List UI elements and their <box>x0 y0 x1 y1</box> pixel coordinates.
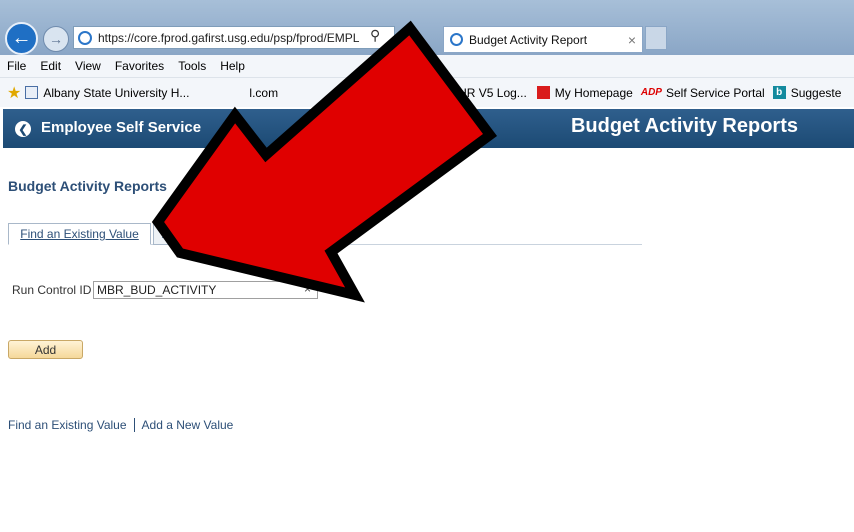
favorites-bar: ★ Albany State University H... l.com e H… <box>0 78 854 107</box>
favorite-item[interactable]: My Homepage <box>536 85 633 100</box>
favorite-label: Suggeste <box>790 85 842 100</box>
favorite-item[interactable]: e HR V5 Log... <box>448 86 527 100</box>
tab-close-icon[interactable]: × <box>628 32 636 48</box>
app-header: ❮ Employee Self Service Budget Activity … <box>3 109 854 148</box>
favorite-label: Self Service Portal <box>665 85 765 100</box>
menu-tools[interactable]: Tools <box>171 59 213 73</box>
tab-add-new[interactable]: A <box>153 223 303 245</box>
address-url: https://core.fprod.gafirst.usg.edu/psp/f… <box>98 30 360 45</box>
find-existing-link[interactable]: Find an Existing Value <box>8 418 127 432</box>
menu-favorites[interactable]: Favorites <box>108 59 171 73</box>
ie-icon <box>78 30 92 45</box>
menu-bar: File Edit View Favorites Tools Help <box>0 55 854 78</box>
menu-file[interactable]: File <box>0 59 33 73</box>
favorites-star-icon[interactable]: ★ <box>7 83 21 103</box>
bing-icon: b <box>772 86 786 99</box>
clear-icon[interactable]: × <box>304 282 311 296</box>
back-to-home-link[interactable]: Employee Self Service <box>41 119 201 136</box>
page-title: Budget Activity Reports <box>8 178 167 194</box>
add-new-link[interactable]: Add a New Value <box>142 418 234 432</box>
run-control-input[interactable] <box>93 281 318 299</box>
page-icon <box>25 86 39 99</box>
search-icon[interactable]: ⚲ <box>370 27 380 44</box>
favorite-item[interactable]: ADP Self Service Portal <box>641 86 765 100</box>
favorite-item[interactable]: b Suggeste <box>772 85 842 100</box>
red-app-icon <box>536 86 550 99</box>
menu-edit[interactable]: Edit <box>33 59 68 73</box>
menu-help[interactable]: Help <box>213 59 252 73</box>
add-button[interactable]: Add <box>8 340 83 359</box>
link-separator <box>133 418 135 432</box>
chevron-left-icon[interactable]: ❮ <box>15 121 31 137</box>
tab-find-existing[interactable]: Find an Existing Value <box>8 223 151 245</box>
favorite-item[interactable]: l.com <box>249 86 278 100</box>
footer-links: Find an Existing Value Add a New Value <box>8 418 233 432</box>
favorite-label: l.com <box>249 85 279 100</box>
menu-view[interactable]: View <box>68 59 108 73</box>
favorite-item[interactable]: Albany State University H... <box>25 86 189 100</box>
ie-icon <box>450 33 463 46</box>
favorite-label: e HR V5 Log... <box>448 85 527 100</box>
address-bar[interactable]: https://core.fprod.gafirst.usg.edu/psp/f… <box>73 26 395 49</box>
favorite-label: Albany State University H... <box>43 85 190 100</box>
run-control-label: Run Control ID <box>12 283 92 297</box>
browser-tab-active[interactable]: Budget Activity Report × <box>443 26 643 52</box>
tab-label: Find an Existing Value <box>20 227 139 241</box>
adp-icon: ADP <box>640 87 662 98</box>
new-tab-button[interactable] <box>645 26 667 50</box>
tab-title: Budget Activity Report <box>469 32 588 47</box>
favorite-label: My Homepage <box>554 85 633 100</box>
forward-arrow-icon[interactable]: → <box>43 26 69 52</box>
tab-label: A <box>162 227 171 241</box>
header-title: Budget Activity Reports <box>570 115 798 137</box>
back-arrow-icon[interactable]: ← <box>5 22 38 55</box>
